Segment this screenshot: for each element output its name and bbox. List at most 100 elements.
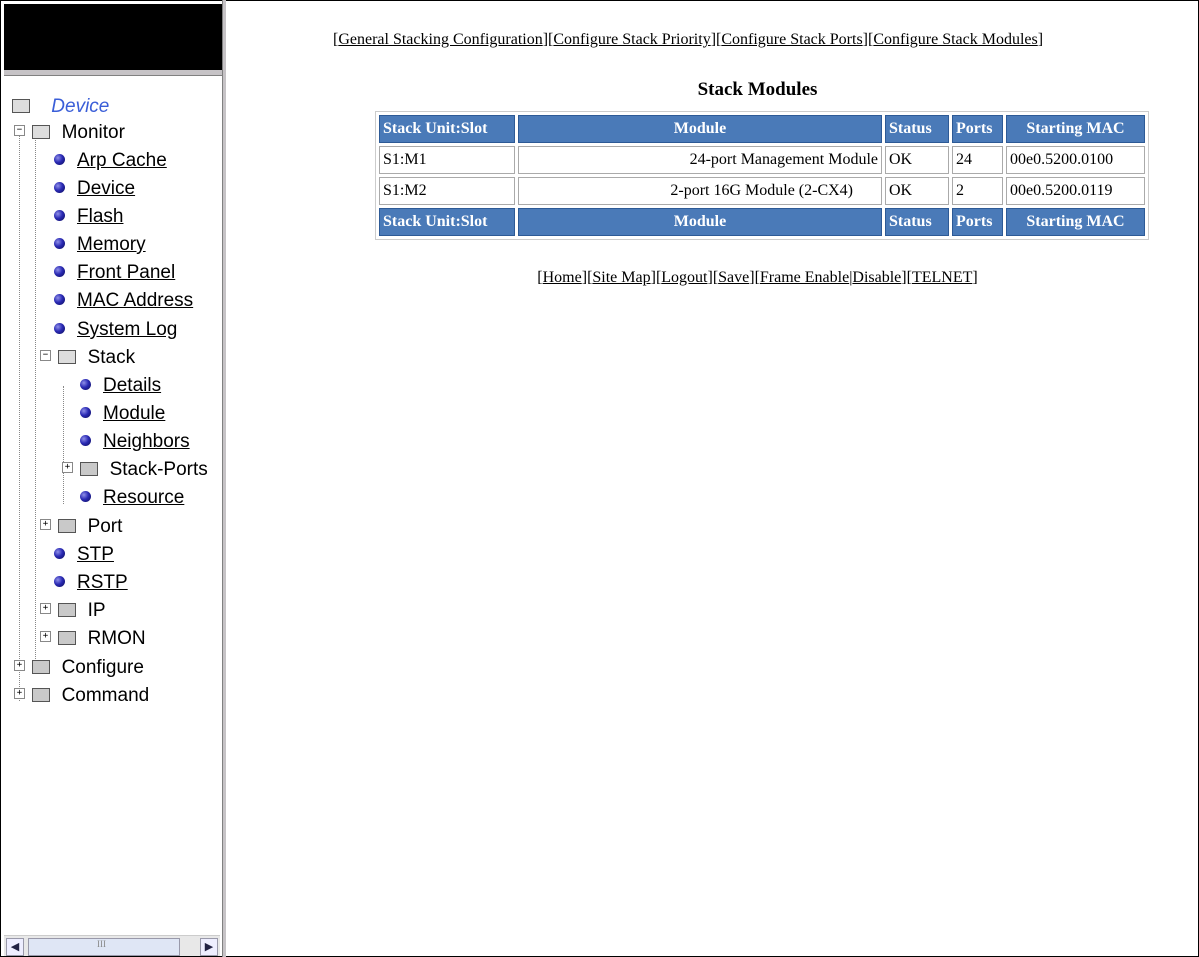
bullet-icon bbox=[80, 379, 91, 391]
tree-item-stack[interactable]: − Stack bbox=[40, 345, 135, 371]
link-disable[interactable]: Disable bbox=[852, 269, 901, 286]
folder-closed-icon bbox=[58, 630, 77, 645]
folder-closed-icon bbox=[80, 461, 99, 476]
link-home[interactable]: Home bbox=[543, 269, 582, 286]
folder-closed-icon bbox=[58, 602, 77, 617]
link-save[interactable]: Save bbox=[718, 269, 749, 286]
scroll-right-icon[interactable]: ▶ bbox=[200, 938, 218, 956]
tree-item-port[interactable]: + Port bbox=[40, 514, 122, 540]
folder-open-icon bbox=[32, 124, 51, 139]
table-cell: 00e0.5200.0100 bbox=[1006, 146, 1145, 174]
column-header: Starting MAC bbox=[1006, 208, 1145, 236]
tree-item-system-log[interactable]: System Log bbox=[54, 317, 177, 343]
top-navigation: [General Stacking Configuration][Configu… bbox=[333, 31, 1044, 48]
tree-item-ip[interactable]: + IP bbox=[40, 598, 106, 624]
link-telnet[interactable]: TELNET bbox=[912, 269, 972, 286]
bullet-icon bbox=[54, 266, 65, 278]
scroll-left-icon[interactable]: ◀ bbox=[6, 938, 24, 956]
bottom-navigation: [Home][Site Map][Logout][Save][Frame Ena… bbox=[537, 269, 978, 286]
tree-item-rstp[interactable]: RSTP bbox=[54, 570, 128, 596]
collapse-icon[interactable]: − bbox=[40, 350, 51, 362]
bullet-icon bbox=[54, 154, 65, 166]
table-footer-row: Stack Unit:Slot Module Status Ports Star… bbox=[379, 208, 1145, 236]
column-header: Ports bbox=[952, 115, 1003, 143]
link-frame-enable[interactable]: Frame Enable bbox=[760, 269, 849, 286]
table-cell: OK bbox=[885, 177, 949, 205]
tree-item-monitor[interactable]: − Monitor bbox=[14, 120, 125, 146]
content-pane: [General Stacking Configuration][Configu… bbox=[228, 0, 1198, 957]
table-cell: S1:M1 bbox=[379, 146, 515, 174]
column-header: Ports bbox=[952, 208, 1003, 236]
tree-item-details[interactable]: Details bbox=[80, 373, 161, 399]
tree-item-device[interactable]: Device bbox=[54, 176, 135, 202]
bullet-icon bbox=[54, 548, 65, 560]
link-configure-stack-ports[interactable]: Configure Stack Ports bbox=[721, 31, 862, 48]
bullet-icon bbox=[54, 182, 65, 194]
page-title: Stack Modules bbox=[697, 79, 818, 100]
bullet-icon bbox=[54, 294, 65, 306]
folder-open-icon bbox=[12, 98, 30, 113]
frame-splitter[interactable] bbox=[222, 0, 226, 957]
bullet-icon bbox=[80, 491, 91, 503]
column-header: Module bbox=[518, 208, 882, 236]
tree-item-configure[interactable]: + Configure bbox=[14, 655, 144, 681]
column-header: Stack Unit:Slot bbox=[379, 115, 515, 143]
link-logout[interactable]: Logout bbox=[661, 269, 707, 286]
tree-item-resource[interactable]: Resource bbox=[80, 485, 184, 511]
bullet-icon bbox=[54, 238, 65, 250]
table-cell: 24 bbox=[952, 146, 1003, 174]
pane-divider bbox=[4, 70, 222, 76]
expand-icon[interactable]: + bbox=[40, 603, 51, 615]
tree-item-module[interactable]: Module bbox=[80, 401, 165, 427]
column-header: Status bbox=[885, 115, 949, 143]
table-row: S1:M2 2-port 16G Module (2-CX4) OK 2 00e… bbox=[379, 177, 1145, 205]
bullet-icon bbox=[54, 576, 65, 588]
horizontal-scrollbar[interactable]: ◀ III ▶ bbox=[4, 935, 220, 956]
table-cell: S1:M2 bbox=[379, 177, 515, 205]
bullet-icon bbox=[54, 210, 65, 222]
link-configure-stack-priority[interactable]: Configure Stack Priority bbox=[553, 31, 710, 48]
tree-item-command[interactable]: + Command bbox=[14, 683, 149, 709]
table-cell: 24-port Management Module bbox=[518, 146, 882, 174]
column-header: Stack Unit:Slot bbox=[379, 208, 515, 236]
table-cell: 2-port 16G Module (2-CX4) bbox=[518, 177, 882, 205]
column-header: Module bbox=[518, 115, 882, 143]
collapse-icon[interactable]: − bbox=[14, 125, 25, 137]
link-general-stacking-configuration[interactable]: General Stacking Configuration bbox=[338, 31, 542, 48]
folder-closed-icon bbox=[58, 518, 77, 533]
logo-banner bbox=[4, 4, 222, 70]
tree-item-arp-cache[interactable]: Arp Cache bbox=[54, 148, 167, 174]
tree-item-stack-ports[interactable]: + Stack-Ports bbox=[62, 457, 208, 483]
column-header: Starting MAC bbox=[1006, 115, 1145, 143]
expand-icon[interactable]: + bbox=[14, 688, 25, 700]
tree-item-stp[interactable]: STP bbox=[54, 542, 114, 568]
tree-item-flash[interactable]: Flash bbox=[54, 204, 123, 230]
tree-item-neighbors[interactable]: Neighbors bbox=[80, 429, 190, 455]
table-cell: OK bbox=[885, 146, 949, 174]
stack-modules-table: Stack Unit:Slot Module Status Ports Star… bbox=[375, 111, 1149, 240]
tree-item-memory[interactable]: Memory bbox=[54, 232, 146, 258]
column-header: Status bbox=[885, 208, 949, 236]
expand-icon[interactable]: + bbox=[14, 660, 25, 672]
folder-closed-icon bbox=[32, 687, 51, 702]
expand-icon[interactable]: + bbox=[62, 462, 73, 474]
table-cell: 00e0.5200.0119 bbox=[1006, 177, 1145, 205]
navigation-pane: Device − Monitor Arp Cache Device Flash … bbox=[4, 4, 224, 956]
tree-item-mac-address[interactable]: MAC Address bbox=[54, 288, 193, 314]
folder-open-icon bbox=[58, 349, 77, 364]
link-site-map[interactable]: Site Map bbox=[592, 269, 650, 286]
expand-icon[interactable]: + bbox=[40, 519, 51, 531]
tree-item-rmon[interactable]: + RMON bbox=[40, 626, 146, 652]
expand-icon[interactable]: + bbox=[40, 631, 51, 643]
tree-root-device[interactable]: Device bbox=[12, 94, 109, 120]
scrollbar-thumb[interactable]: III bbox=[28, 938, 180, 956]
folder-closed-icon bbox=[32, 659, 51, 674]
table-cell: 2 bbox=[952, 177, 1003, 205]
link-configure-stack-modules[interactable]: Configure Stack Modules bbox=[873, 31, 1037, 48]
table-row: S1:M1 24-port Management Module OK 24 00… bbox=[379, 146, 1145, 174]
bullet-icon bbox=[80, 407, 91, 419]
bullet-icon bbox=[54, 323, 65, 335]
bullet-icon bbox=[80, 435, 91, 447]
table-header-row: Stack Unit:Slot Module Status Ports Star… bbox=[379, 115, 1145, 143]
tree-item-front-panel[interactable]: Front Panel bbox=[54, 260, 175, 286]
